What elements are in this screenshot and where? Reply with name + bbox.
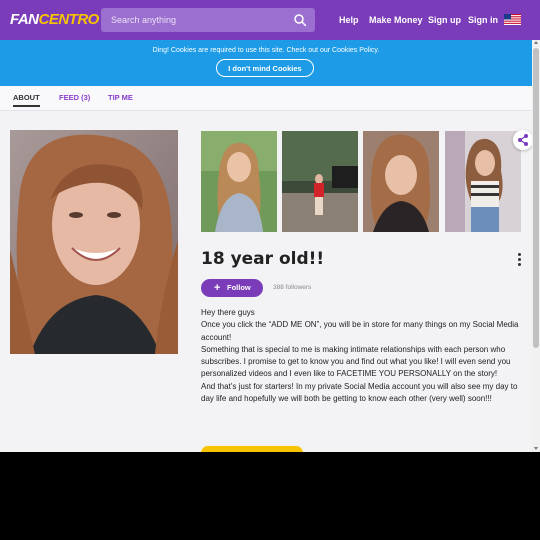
bio-paragraph: Hey there guys <box>201 308 255 317</box>
search-icon[interactable] <box>293 13 307 27</box>
nav-make-money[interactable]: Make Money <box>369 14 423 26</box>
search-placeholder: Search anything <box>111 15 177 25</box>
gallery-thumbnail[interactable] <box>282 131 358 232</box>
share-icon <box>518 134 528 146</box>
bio-paragraph: Something that is special to me is makin… <box>201 344 511 379</box>
scrollbar-thumb[interactable] <box>533 48 539 348</box>
nav-sign-up[interactable]: Sign up <box>428 14 461 26</box>
search-input[interactable]: Search anything <box>101 8 315 32</box>
tab-tip-me[interactable]: TIP ME <box>108 93 133 103</box>
followers-count: 388 followers <box>273 284 312 291</box>
follow-button[interactable]: + Follow <box>201 279 263 297</box>
fancentro-logo[interactable]: FANCENTRO <box>10 11 99 29</box>
follow-label: Follow <box>227 283 251 292</box>
nav-sign-in[interactable]: Sign in <box>468 14 498 26</box>
more-options-icon[interactable] <box>516 253 522 267</box>
scroll-down-arrow-icon[interactable] <box>534 447 538 450</box>
profile-tabs: ABOUT FEED (3) TIP ME <box>0 86 532 111</box>
cookie-banner: Ding! Cookies are required to use this s… <box>0 40 532 86</box>
profile-bio: Hey there guys Once you click the “ADD M… <box>201 307 523 405</box>
nav-help[interactable]: Help <box>339 14 359 26</box>
tab-feed[interactable]: FEED (3) <box>59 93 90 103</box>
share-button[interactable] <box>513 130 533 150</box>
page-viewport: FANCENTRO Search anything Help Make Mone… <box>0 0 540 452</box>
plus-icon: + <box>214 282 221 294</box>
top-navbar: FANCENTRO Search anything Help Make Mone… <box>0 0 540 40</box>
add-me-button[interactable] <box>201 446 303 452</box>
accept-cookies-button[interactable]: I don't mind Cookies <box>216 59 314 77</box>
cookie-message: Ding! Cookies are required to use this s… <box>152 47 380 54</box>
us-flag-icon[interactable] <box>504 14 521 25</box>
bio-paragraph: And that’s just for starters! In my priv… <box>201 381 518 404</box>
bio-paragraph: Once you click the “ADD ME ON”, you will… <box>201 320 519 342</box>
logo-suffix: CENTRO <box>38 11 100 28</box>
page-scrollbar[interactable] <box>532 40 540 452</box>
gallery-thumbnail[interactable] <box>445 131 521 232</box>
scroll-up-arrow-icon[interactable] <box>534 41 538 44</box>
gallery-thumbnail[interactable] <box>201 131 277 232</box>
gallery-thumbnail[interactable] <box>363 131 439 232</box>
profile-avatar-photo[interactable] <box>10 130 178 354</box>
tab-about[interactable]: ABOUT <box>13 93 40 107</box>
profile-title: 18 year old!! <box>201 249 325 269</box>
logo-prefix: FAN <box>10 11 39 28</box>
